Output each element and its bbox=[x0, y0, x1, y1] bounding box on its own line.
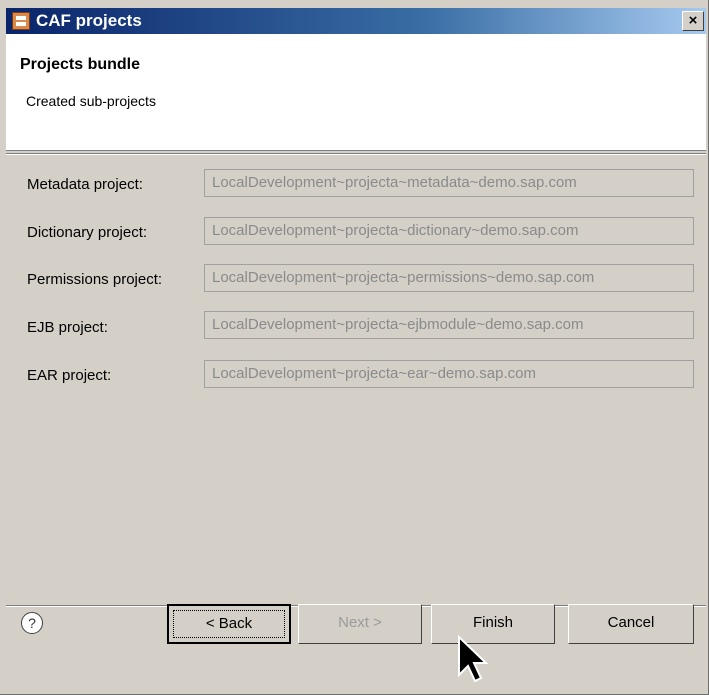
next-button[interactable]: Next > bbox=[298, 604, 422, 644]
page-description: Created sub-projects bbox=[26, 93, 156, 109]
back-button[interactable]: < Back bbox=[167, 604, 291, 644]
permissions-project-label: Permissions project: bbox=[27, 271, 163, 288]
dictionary-project-label: Dictionary project: bbox=[27, 224, 148, 241]
mouse-pointer-icon bbox=[458, 635, 489, 683]
metadata-project-field: LocalDevelopment~projecta~metadata~demo.… bbox=[204, 169, 694, 197]
next-button-label: Next > bbox=[338, 614, 382, 631]
title-bar[interactable]: CAF projects × bbox=[6, 8, 706, 34]
ear-project-label: EAR project: bbox=[27, 367, 112, 384]
close-icon[interactable]: × bbox=[682, 11, 704, 31]
cancel-button[interactable]: Cancel bbox=[568, 604, 694, 644]
focus-indicator bbox=[173, 610, 285, 638]
window-title: CAF projects bbox=[36, 11, 142, 30]
ejb-project-field: LocalDevelopment~projecta~ejbmodule~demo… bbox=[204, 311, 694, 339]
page-title: Projects bundle bbox=[20, 56, 141, 73]
ear-project-field: LocalDevelopment~projecta~ear~demo.sap.c… bbox=[204, 360, 694, 388]
ejb-project-label: EJB project: bbox=[27, 319, 108, 336]
metadata-project-label: Metadata project: bbox=[27, 176, 143, 193]
dictionary-project-field: LocalDevelopment~projecta~dictionary~dem… bbox=[204, 217, 694, 245]
permissions-project-field: LocalDevelopment~projecta~permissions~de… bbox=[204, 264, 694, 292]
cancel-button-label: Cancel bbox=[607, 614, 655, 631]
finish-button-label: Finish bbox=[472, 614, 513, 631]
wizard-dialog: CAF projects × Projects bundle Created s… bbox=[0, 0, 709, 695]
wizard-header: Projects bundle Created sub-projects bbox=[6, 34, 706, 151]
header-separator bbox=[6, 153, 706, 155]
help-icon[interactable]: ? bbox=[21, 612, 43, 634]
caf-project-icon bbox=[12, 12, 30, 30]
